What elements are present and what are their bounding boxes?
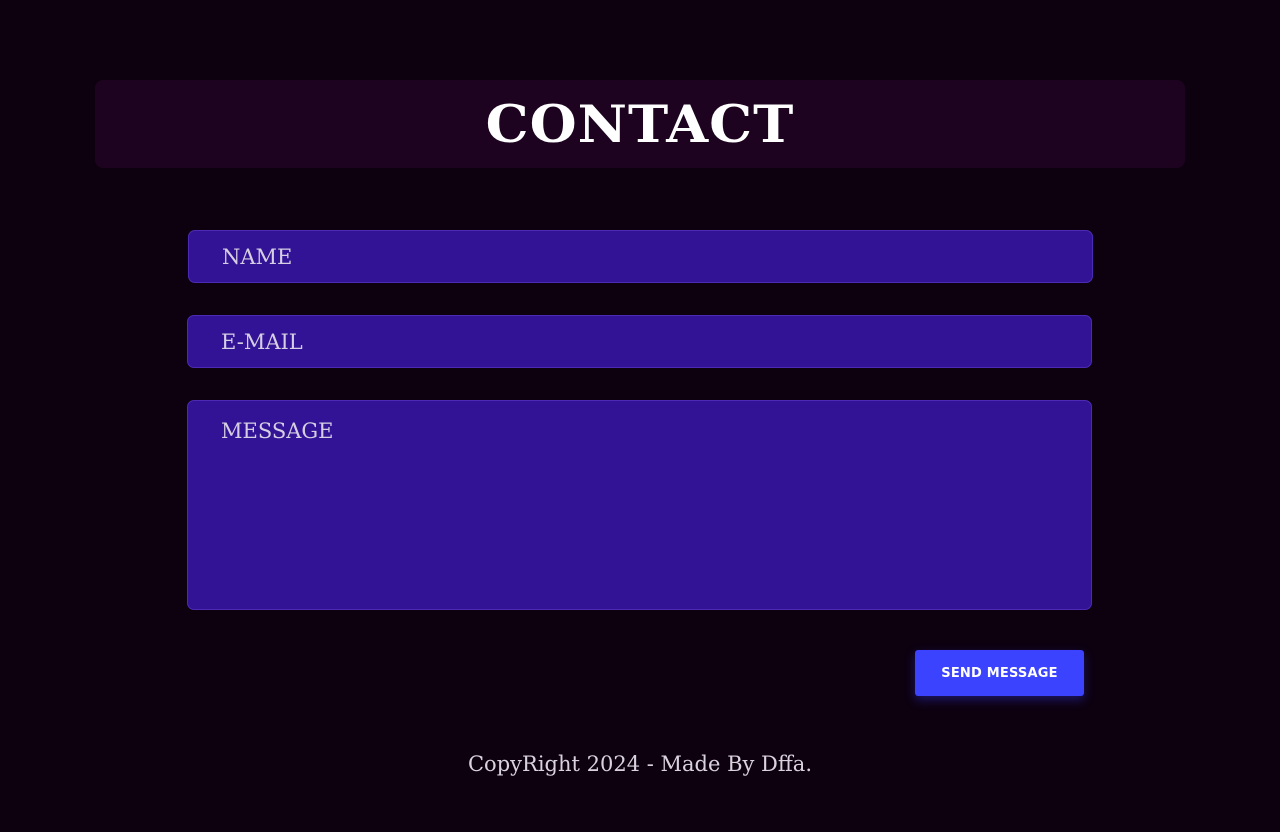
- message-field[interactable]: [187, 400, 1092, 610]
- contact-header: CONTACT: [95, 80, 1185, 168]
- footer-copyright: CopyRight 2024 - Made By Dffa.: [467, 752, 812, 776]
- send-message-button[interactable]: SEND MESSAGE: [915, 650, 1084, 696]
- name-field[interactable]: [188, 230, 1093, 283]
- email-field[interactable]: [187, 315, 1092, 368]
- page-title: CONTACT: [485, 93, 795, 155]
